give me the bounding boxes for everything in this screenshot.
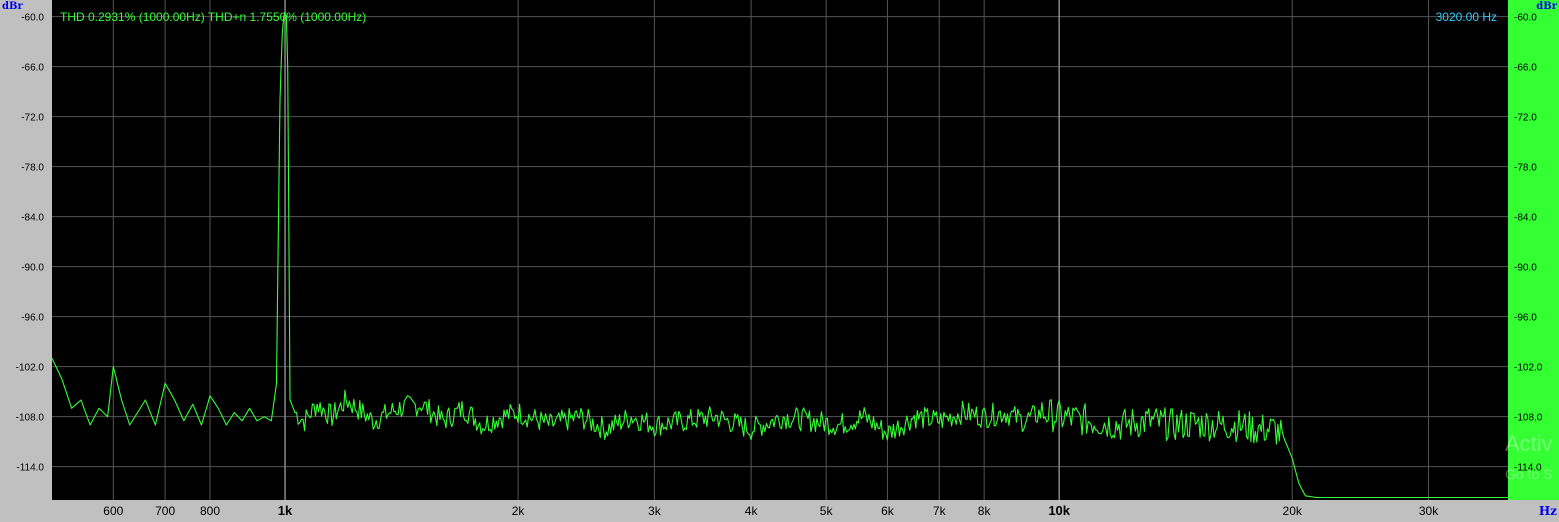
y-tick-label-left: -90.0 [21,263,44,274]
thd-readout: THD 0.2931% (1000.00Hz) THD+n 1.7550% (1… [60,10,367,24]
y-tick-label-left: -78.0 [21,163,44,174]
y-tick-label-right: -102.0 [1514,363,1543,374]
x-tick-label: 8k [978,504,992,518]
x-tick-label: 700 [155,504,175,518]
y-tick-label-left: -114.0 [16,463,44,474]
x-tick-label: 2k [512,504,526,518]
x-tick-label: 800 [200,504,220,518]
x-tick-label: 30k [1419,504,1439,518]
left-axis-panel [0,0,52,500]
right-axis-panel [1508,0,1559,500]
x-tick-label: 10k [1048,503,1070,518]
y-tick-label-left: -96.0 [21,313,44,324]
x-tick-label: 7k [933,504,947,518]
x-tick-label: 20k [1283,504,1303,518]
y-tick-label-right: -60.0 [1514,13,1537,24]
y-tick-label-right: -96.0 [1514,313,1537,324]
activation-watermark-sub: Go to S [1505,466,1553,482]
bottom-axis-panel [0,500,1559,522]
y-tick-label-left: -84.0 [21,213,44,224]
y-tick-label-right: -90.0 [1514,263,1537,274]
activation-watermark: Activ [1505,431,1553,456]
y-tick-label-right: -84.0 [1514,213,1537,224]
x-tick-label: 3k [648,504,662,518]
y-tick-label-right: -72.0 [1514,113,1537,124]
y-tick-label-left: -102.0 [16,363,45,374]
spectrum-analyzer-window: -60.0 -66.0 -72.0 -78.0 -84.0 -90.0 -96.0 -102.… [0,0,1559,522]
x-tick-label: 1k [278,503,293,518]
y-tick-label-left: -108.0 [16,413,45,424]
y-tick-label-left: -66.0 [21,63,44,74]
x-tick-label: 600 [103,504,123,518]
x-tick-label: 5k [820,504,834,518]
y-unit-label-right: dBr [1536,1,1557,12]
y-tick-label-left: -72.0 [21,113,44,124]
y-tick-label-right: -66.0 [1514,63,1537,74]
y-tick-label-right: -108.0 [1514,413,1543,424]
spectrum-plot: -60.0 -66.0 -72.0 -78.0 -84.0 -90.0 -96.0 -102.… [0,0,1559,522]
cursor-frequency-readout: 3020.00 Hz [1435,10,1497,24]
y-unit-label-left: dBr [2,1,23,12]
y-tick-label-right: -78.0 [1514,163,1537,174]
y-tick-label-left: -60.0 [21,13,44,24]
x-tick-label: 6k [881,504,895,518]
x-tick-label: 4k [745,504,759,518]
x-unit-label: Hz [1538,504,1557,518]
